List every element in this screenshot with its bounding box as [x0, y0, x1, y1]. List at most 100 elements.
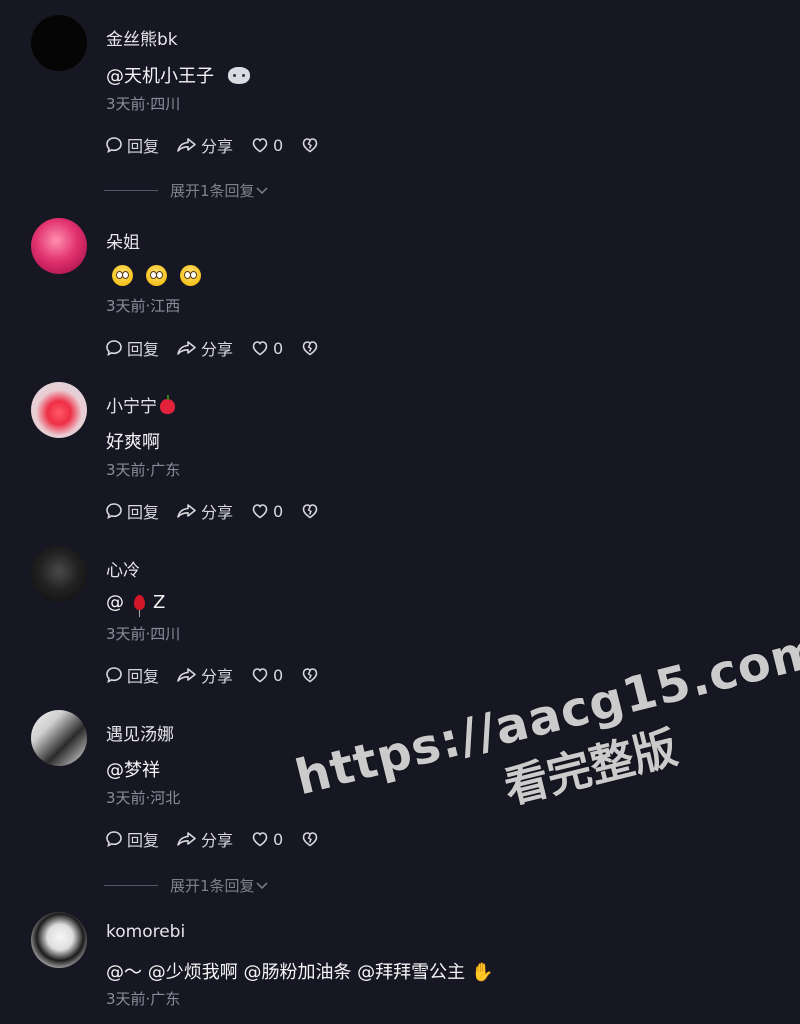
avatar[interactable] [31, 218, 87, 274]
pleading-face-emoji-icon [180, 265, 201, 286]
comment-bubble-icon [106, 667, 122, 683]
watermark-subtitle: 看完整版 [499, 722, 683, 815]
dislike-button[interactable] [300, 829, 320, 849]
like-button[interactable]: 0 [250, 501, 283, 521]
heart-icon [252, 668, 268, 683]
expand-replies-button[interactable]: 展开1条回复 [104, 875, 269, 896]
comment-actions: 回复 分享 0 [104, 133, 337, 157]
comment-text-suffix: Z [153, 592, 166, 613]
avatar[interactable] [31, 546, 87, 602]
like-count: 0 [273, 829, 284, 849]
reply-button[interactable]: 回复 [104, 827, 159, 851]
avatar[interactable] [31, 15, 87, 71]
share-button[interactable]: 分享 [176, 336, 233, 360]
like-button[interactable]: 0 [250, 829, 283, 849]
pleading-face-emoji-icon [146, 265, 167, 286]
comment-text: @天机小王子 [106, 62, 250, 88]
pleading-face-emoji-icon [112, 265, 133, 286]
like-button[interactable]: 0 [250, 135, 283, 155]
expand-replies-label: 展开1条回复 [170, 877, 255, 895]
share-button[interactable]: 分享 [176, 827, 233, 851]
comment-text[interactable]: @ Z [106, 592, 166, 617]
comment-actions: 回复 分享 0 [104, 499, 337, 523]
balloon-emoji-icon [134, 595, 145, 617]
broken-heart-icon [302, 341, 318, 356]
comment-author[interactable]: 心冷 [106, 556, 140, 581]
chevron-down-icon [256, 186, 268, 194]
comment-meta: 3天前·河北 [106, 789, 181, 807]
avatar[interactable] [31, 382, 87, 438]
comment-bubble-icon [106, 831, 122, 847]
reply-button[interactable]: 回复 [104, 336, 159, 360]
comment-meta: 3天前·四川 [106, 95, 181, 113]
like-button[interactable]: 0 [250, 338, 283, 358]
dislike-button[interactable] [300, 135, 320, 155]
share-label: 分享 [201, 831, 234, 850]
waving-hand-emoji-icon: ✋ [471, 962, 494, 983]
comment-text-body: @～ @少烦我啊 @肠粉加油条 @拜拜雪公主 [106, 962, 466, 983]
broken-heart-icon [302, 504, 318, 519]
reply-button[interactable]: 回复 [104, 133, 159, 157]
apple-emoji-icon [160, 395, 175, 414]
comment-author[interactable]: 朵姐 [106, 228, 140, 253]
comment-meta: 3天前·江西 [106, 297, 181, 315]
comment-text[interactable] [112, 265, 214, 288]
share-arrow-icon [177, 832, 196, 846]
comment-meta: 3天前·四川 [106, 625, 181, 643]
comment-text-prefix: @ [106, 592, 124, 613]
expand-replies-label: 展开1条回复 [170, 182, 255, 200]
share-label: 分享 [201, 503, 234, 522]
reply-label: 回复 [127, 831, 160, 850]
dislike-button[interactable] [300, 501, 320, 521]
comment-author-name[interactable]: 小宁宁 [106, 397, 157, 417]
comment-bubble-icon [106, 137, 122, 153]
reply-label: 回复 [127, 340, 160, 359]
reply-button[interactable]: 回复 [104, 499, 159, 523]
share-label: 分享 [201, 667, 234, 686]
comment-author[interactable]: 金丝熊bk [106, 25, 178, 50]
like-count: 0 [273, 338, 284, 358]
broken-heart-icon [302, 668, 318, 683]
avatar[interactable] [31, 912, 87, 968]
dislike-button[interactable] [300, 338, 320, 358]
share-label: 分享 [201, 340, 234, 359]
broken-heart-icon [302, 138, 318, 153]
heart-icon [252, 504, 268, 519]
share-arrow-icon [177, 341, 196, 355]
comment-text-body[interactable]: @天机小王子 [106, 66, 214, 87]
expand-replies-button[interactable]: 展开1条回复 [104, 180, 269, 201]
comment-author[interactable]: 遇见汤娜 [106, 720, 174, 745]
comment-text[interactable]: @～ @少烦我啊 @肠粉加油条 @拜拜雪公主 ✋ [106, 958, 494, 984]
share-button[interactable]: 分享 [176, 133, 233, 157]
share-button[interactable]: 分享 [176, 663, 233, 687]
heart-icon [252, 341, 268, 356]
chevron-down-icon [256, 881, 268, 889]
like-button[interactable]: 0 [250, 665, 283, 685]
like-count: 0 [273, 501, 284, 521]
share-arrow-icon [177, 668, 196, 682]
divider [104, 885, 158, 886]
comment-author: 小宁宁 [106, 392, 175, 417]
reply-label: 回复 [127, 503, 160, 522]
share-label: 分享 [201, 137, 234, 156]
comment-actions: 回复 分享 0 [104, 336, 337, 360]
avatar[interactable] [31, 710, 87, 766]
comment-meta: 3天前·广东 [106, 461, 181, 479]
like-count: 0 [273, 135, 284, 155]
share-button[interactable]: 分享 [176, 499, 233, 523]
comment-text[interactable]: @梦祥 [106, 756, 160, 782]
comment-actions: 回复 分享 0 [104, 663, 337, 687]
comment-bubble-icon [106, 503, 122, 519]
comment-text[interactable]: 好爽啊 [106, 428, 160, 454]
heart-icon [252, 832, 268, 847]
like-count: 0 [273, 665, 284, 685]
heart-icon [252, 138, 268, 153]
comment-actions: 回复 分享 0 [104, 827, 337, 851]
comment-author[interactable]: komorebi [106, 922, 185, 942]
reply-label: 回复 [127, 137, 160, 156]
comment-bubble-icon [106, 340, 122, 356]
dislike-button[interactable] [300, 665, 320, 685]
comment-meta: 3天前·广东 [106, 990, 181, 1008]
broken-heart-icon [302, 832, 318, 847]
reply-button[interactable]: 回复 [104, 663, 159, 687]
